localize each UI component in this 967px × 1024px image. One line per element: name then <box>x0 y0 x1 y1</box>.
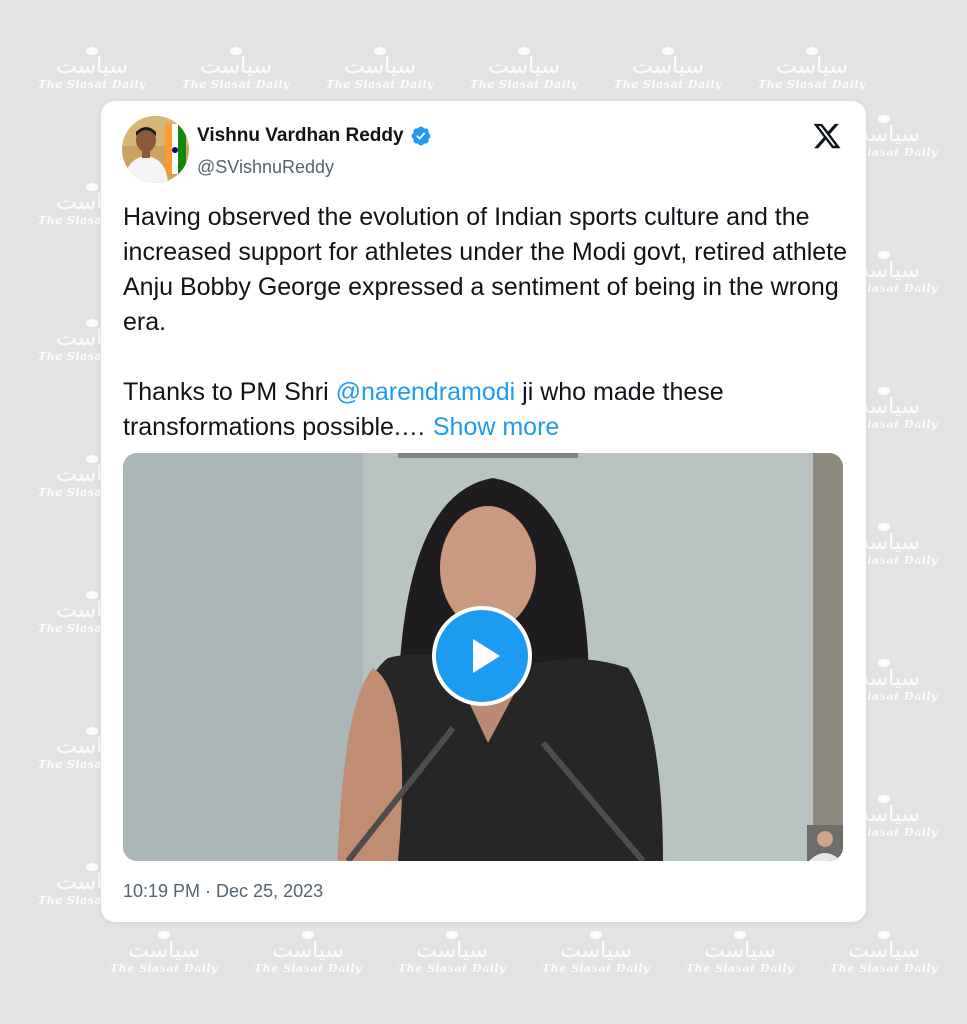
siasat-watermark: سیاستThe Siasat Daily <box>392 930 512 974</box>
siasat-watermark: سیاستThe Siasat Daily <box>680 930 800 974</box>
watermark-english: The Siasat Daily <box>614 78 722 91</box>
watermark-urdu: سیاست <box>632 54 704 79</box>
siasat-watermark: سیاستThe Siasat Daily <box>752 46 872 90</box>
watermark-urdu: سیاست <box>344 54 416 79</box>
siasat-watermark: سیاستThe Siasat Daily <box>464 46 584 90</box>
watermark-urdu: سیاست <box>416 938 488 963</box>
mention-link[interactable]: @narendramodi <box>336 378 516 406</box>
siasat-watermark: سیاستThe Siasat Daily <box>248 930 368 974</box>
watermark-english: The Siasat Daily <box>182 78 290 91</box>
watermark-urdu: سیاست <box>848 938 920 963</box>
watermark-english: The Siasat Daily <box>38 78 146 91</box>
siasat-watermark: سیاستThe Siasat Daily <box>176 46 296 90</box>
x-logo-icon[interactable] <box>812 121 842 151</box>
timestamp[interactable]: 10:19 PM · Dec 25, 2023 <box>123 881 323 902</box>
watermark-english: The Siasat Daily <box>110 962 218 975</box>
siasat-watermark: سیاستThe Siasat Daily <box>104 930 224 974</box>
watermark-urdu: سیاست <box>704 938 776 963</box>
watermark-english: The Siasat Daily <box>542 962 650 975</box>
watermark-english: The Siasat Daily <box>686 962 794 975</box>
siasat-watermark: سیاستThe Siasat Daily <box>32 46 152 90</box>
watermark-urdu: سیاست <box>272 938 344 963</box>
watermark-urdu: سیاست <box>776 54 848 79</box>
watermark-urdu: سیاست <box>560 938 632 963</box>
video-player[interactable] <box>123 453 843 861</box>
play-icon <box>473 639 500 673</box>
play-button[interactable] <box>432 606 532 706</box>
watermark-urdu: سیاست <box>488 54 560 79</box>
verified-badge-icon <box>411 126 430 146</box>
show-more-link[interactable]: Show more <box>433 413 559 441</box>
author-handle[interactable]: @SVishnuReddy <box>197 157 334 178</box>
watermark-english: The Siasat Daily <box>326 78 434 91</box>
watermark-urdu: سیاست <box>128 938 200 963</box>
author-name[interactable]: Vishnu Vardhan Reddy <box>197 125 404 147</box>
tweet-card: Vishnu Vardhan Reddy @SVishnuReddy Havin… <box>101 101 866 922</box>
watermark-urdu: سیاست <box>200 54 272 79</box>
watermark-english: The Siasat Daily <box>470 78 578 91</box>
tweet-paragraph-1: Having observed the evolution of Indian … <box>123 203 848 336</box>
watermark-english: The Siasat Daily <box>830 962 938 975</box>
watermark-english: The Siasat Daily <box>398 962 506 975</box>
siasat-watermark: سیاستThe Siasat Daily <box>536 930 656 974</box>
siasat-watermark: سیاستThe Siasat Daily <box>320 46 440 90</box>
siasat-watermark: سیاستThe Siasat Daily <box>608 46 728 90</box>
avatar[interactable] <box>122 116 189 183</box>
tweet-paragraph-2: Thanks to PM Shri @narendramodi ji who m… <box>123 375 853 445</box>
tweet-text: Having observed the evolution of Indian … <box>123 200 853 445</box>
watermark-english: The Siasat Daily <box>254 962 362 975</box>
paragraph-2-prefix: Thanks to PM Shri <box>123 378 336 406</box>
watermark-urdu: سیاست <box>56 54 128 79</box>
siasat-watermark: سیاستThe Siasat Daily <box>824 930 944 974</box>
watermark-english: The Siasat Daily <box>758 78 866 91</box>
